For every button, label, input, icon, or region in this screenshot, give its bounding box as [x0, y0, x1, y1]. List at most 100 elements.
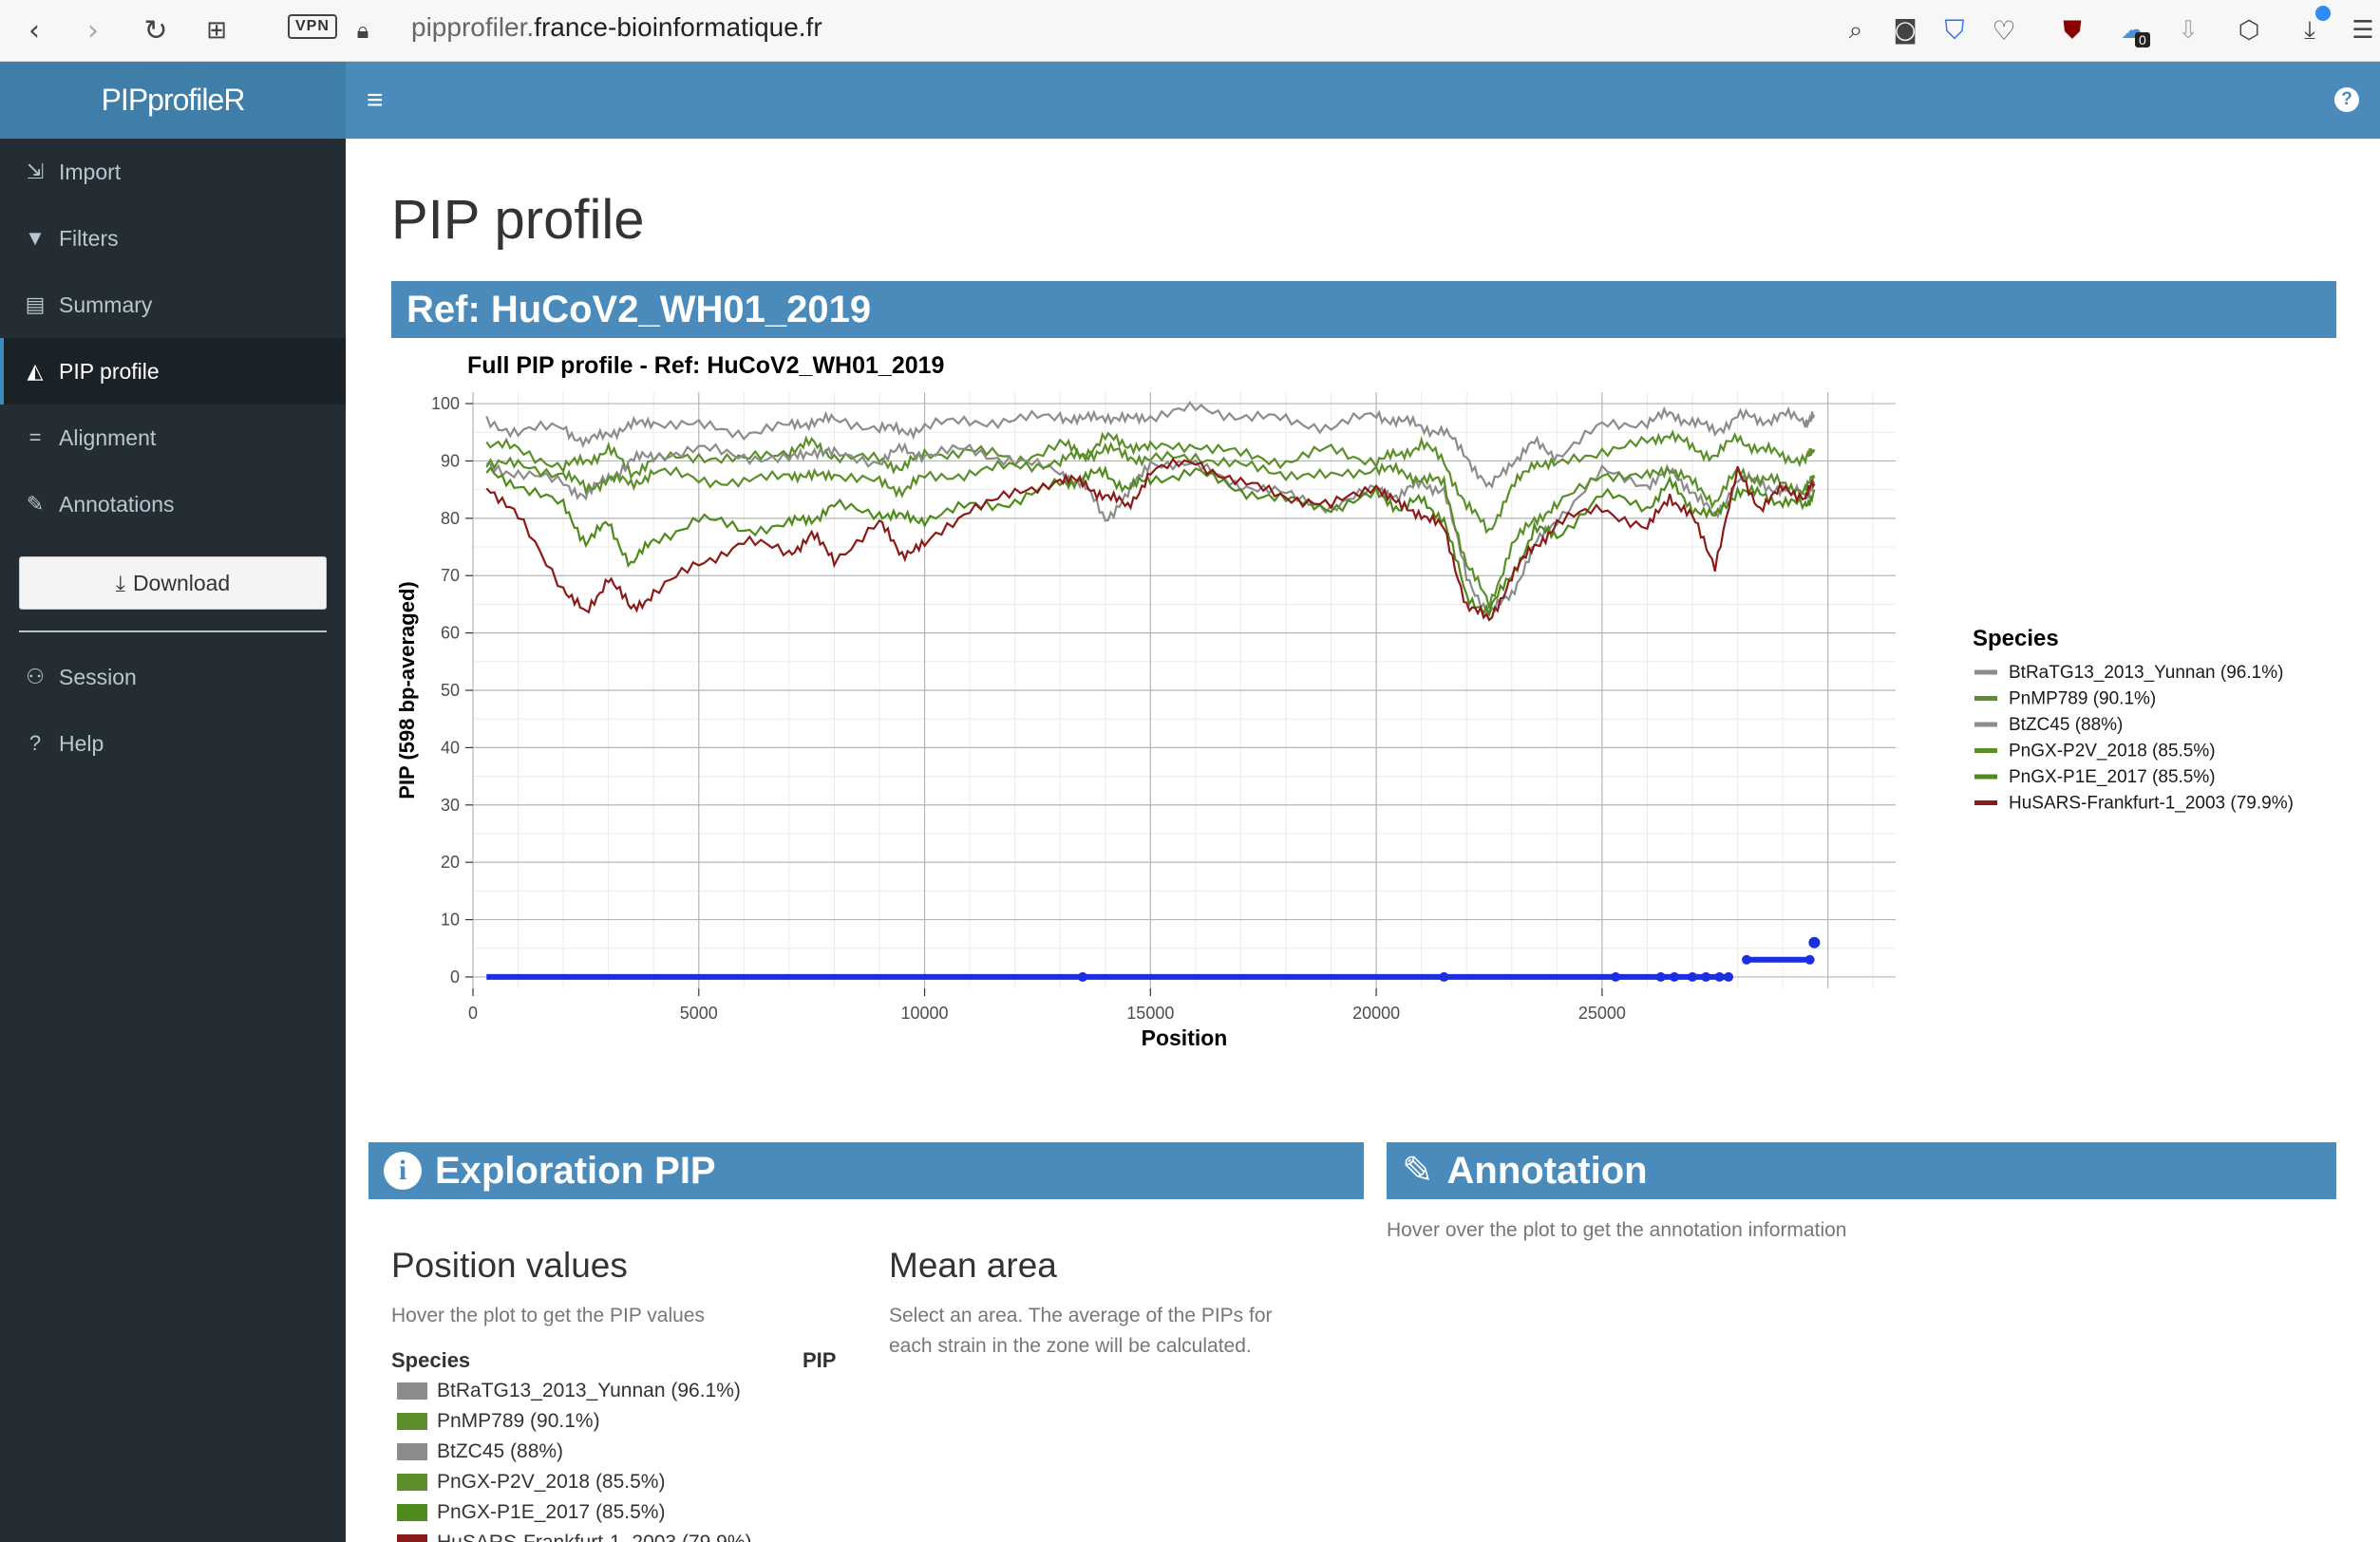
legend-label: PnGX-P1E_2017 (85.5%): [2009, 767, 2216, 787]
x-axis-label: Position: [1142, 1025, 1228, 1050]
forward-arrow-icon[interactable]: ›: [76, 11, 110, 49]
users-icon: ⚇: [26, 665, 45, 688]
help-icon[interactable]: ?: [2334, 87, 2359, 112]
y-tick-label: 30: [441, 796, 460, 815]
annotation-marker: [1701, 971, 1711, 982]
species-name: PnGX-P2V_2018 (85.5%): [437, 1471, 666, 1493]
menu-icon[interactable]: ☰: [2350, 11, 2376, 49]
sidebar-toggle-icon[interactable]: ≡: [367, 85, 384, 117]
sidebar-item-filters[interactable]: ▼ Filters: [0, 205, 346, 272]
species-row: PnGX-P2V_2018 (85.5%): [397, 1468, 665, 1496]
annotation-header: ✎ Annotation: [1387, 1142, 2336, 1199]
legend-title: Species: [1973, 626, 2059, 651]
x-tick-label: 20000: [1352, 1004, 1400, 1023]
y-tick-label: 60: [441, 624, 460, 643]
species-row: BtRaTG13_2013_Yunnan (96.1%): [397, 1377, 741, 1405]
species-swatch: [397, 1443, 427, 1460]
annotation-marker: [1669, 971, 1679, 982]
sidebar-item-pip-profile[interactable]: ◭ PIP profile: [0, 338, 346, 404]
pip-column-header: PIP: [803, 1348, 837, 1372]
url-domain: france-bioinformatique.fr: [534, 12, 822, 42]
y-tick-label: 100: [431, 394, 460, 413]
mean-area-help: Select an area. The average of the PIPs …: [889, 1301, 1273, 1362]
annotation-marker: [1611, 971, 1621, 982]
annotation-marker: [1655, 971, 1666, 982]
species-swatch: [397, 1534, 427, 1542]
annotation-title: Annotation: [1446, 1149, 1648, 1192]
download-manager-icon[interactable]: ⇩: [2171, 11, 2205, 49]
address-bar[interactable]: pipprofiler.france-bioinformatique.fr: [411, 9, 822, 46]
app-logo[interactable]: PIPprofileR: [0, 62, 346, 139]
lock-icon[interactable]: 🔒︎: [349, 11, 376, 49]
mean-area-help-line-1: Select an area. The average of the PIPs …: [889, 1305, 1273, 1326]
back-arrow-icon[interactable]: ‹: [17, 11, 51, 49]
chart-area-icon: ◭: [27, 359, 44, 383]
sidebar-item-summary[interactable]: ▤ Summary: [0, 272, 346, 338]
exploration-title: Exploration PIP: [435, 1149, 716, 1192]
heart-icon[interactable]: ♡: [1987, 11, 2021, 49]
x-tick-label: 5000: [680, 1004, 718, 1023]
ublock-icon[interactable]: ⛊: [2055, 11, 2089, 49]
search-chat-icon[interactable]: ⌕: [1839, 11, 1873, 49]
download-icon: ⤓: [115, 570, 125, 595]
sidebar-item-help[interactable]: ? Help: [0, 710, 346, 777]
species-swatch: [397, 1413, 427, 1430]
sidebar-item-label: Import: [59, 159, 122, 184]
sidebar-item-label: Filters: [59, 225, 119, 251]
pip-chart[interactable]: 0 10 20 30 40 50 60 70 80 90 100 0 5000 10000 15000 200…: [391, 342, 2336, 1113]
legend-label: PnGX-P2V_2018 (85.5%): [2009, 742, 2216, 762]
chart-title: Full PIP profile - Ref: HuCoV2_WH01_2019: [467, 352, 944, 379]
pencil-icon: ✎: [1402, 1150, 1434, 1192]
url-subdomain: pipprofiler.: [411, 12, 535, 42]
legend-label: BtZC45 (88%): [2009, 715, 2123, 735]
page-title: PIP profile: [391, 189, 645, 251]
exploration-header: i Exploration PIP: [368, 1142, 1364, 1199]
species-row: BtZC45 (88%): [397, 1438, 563, 1466]
info-icon: i: [384, 1152, 422, 1190]
y-axis-label: PIP (598 bp-averaged): [395, 581, 419, 799]
species-name: HuSARS-Frankfurt-1_2003 (79.9%): [437, 1532, 751, 1542]
mean-area-help-line-2: each strain in the zone will be calculat…: [889, 1335, 1252, 1357]
annotation-marker: [1804, 954, 1815, 965]
y-tick-label: 20: [441, 853, 460, 872]
sidebar-item-label: PIP profile: [59, 358, 160, 384]
notification-dot: [2315, 6, 2331, 21]
annotation-marker: [1714, 971, 1725, 982]
download-button[interactable]: ⤓ Download: [19, 556, 327, 610]
vpn-badge[interactable]: VPN: [288, 14, 337, 39]
sidebar-item-label: Alignment: [59, 424, 157, 450]
cube-icon[interactable]: ⬡: [2232, 11, 2266, 49]
grid-icon[interactable]: ⊞: [198, 11, 236, 49]
sidebar-item-session[interactable]: ⚇ Session: [0, 644, 346, 710]
equals-icon: =: [28, 425, 42, 449]
camera-icon[interactable]: ◙: [1888, 11, 1922, 49]
species-row: PnGX-P1E_2017 (85.5%): [397, 1498, 665, 1527]
x-tick-label: 0: [468, 1004, 478, 1023]
annotation-help: Hover over the plot to get the annotatio…: [1387, 1219, 1847, 1241]
legend-label: PnMP789 (90.1%): [2009, 689, 2156, 709]
annotation-end-marker: [1808, 936, 1821, 949]
download-label: Download: [132, 570, 231, 595]
y-tick-label: 70: [441, 566, 460, 585]
sidebar-item-label: Annotations: [59, 491, 175, 517]
y-tick-label: 0: [450, 968, 460, 987]
sidebar-item-import[interactable]: ⇲ Import: [0, 139, 346, 205]
sidebar-item-label: Session: [59, 664, 137, 689]
y-tick-label: 50: [441, 681, 460, 700]
sidebar-item-annotations[interactable]: ✎ Annotations: [0, 471, 346, 537]
extension-badge: 0: [2135, 32, 2150, 47]
species-name: PnMP789 (90.1%): [437, 1410, 600, 1432]
x-tick-label: 10000: [901, 1004, 949, 1023]
reload-icon[interactable]: ↻: [137, 11, 175, 49]
annotation-marker: [1439, 971, 1449, 982]
legend-label: BtRaTG13_2013_Yunnan (96.1%): [2009, 663, 2283, 683]
ref-title: Ref: HuCoV2_WH01_2019: [391, 281, 2336, 338]
species-name: BtRaTG13_2013_Yunnan (96.1%): [437, 1380, 741, 1401]
sidebar-item-alignment[interactable]: = Alignment: [0, 404, 346, 471]
mean-area-title: Mean area: [889, 1246, 1057, 1285]
species-swatch: [397, 1504, 427, 1521]
position-values-help: Hover the plot to get the PIP values: [391, 1305, 705, 1326]
sidebar: ⇲ Import ▼ Filters ▤ Summary ◭ PIP profile =…: [0, 139, 346, 1542]
species-swatch: [397, 1382, 427, 1400]
shield-icon[interactable]: ⛉: [1937, 11, 1972, 49]
